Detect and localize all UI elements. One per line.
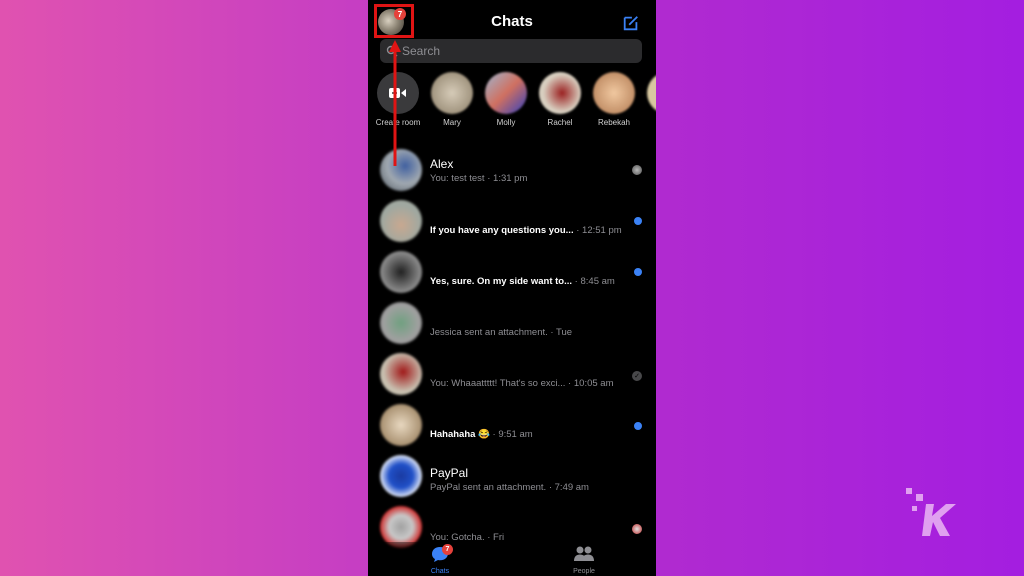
- search-bar[interactable]: [380, 39, 642, 63]
- stories-row: Create room Mary Molly Rachel Rebekah Cl: [368, 72, 656, 142]
- chat-row[interactable]: Alex You: test test · 1:31 pm: [368, 145, 656, 195]
- tab-label: Chats: [430, 568, 450, 575]
- chat-preview: You: Whaaattttt! That's so exci... · 10:…: [430, 378, 614, 389]
- chat-row[interactable]: PayPal PayPal sent an attachment. · 7:49…: [368, 451, 656, 501]
- chat-preview: Hahahaha 😂 · 9:51 am: [430, 429, 533, 440]
- chat-row[interactable]: If you have any questions you... · 12:51…: [368, 196, 656, 246]
- chat-row[interactable]: Jessica sent an attachment. · Tue: [368, 298, 656, 348]
- chat-avatar: [380, 353, 422, 395]
- story-label: Molly: [496, 118, 516, 127]
- unread-dot-icon: [634, 268, 642, 276]
- sent-check-icon: ✓: [632, 371, 642, 381]
- chat-row[interactable]: Yes, sure. On my side want to... · 8:45 …: [368, 247, 656, 297]
- tab-bar: 7 Chats People: [368, 542, 656, 576]
- annotation-highlight-box: [374, 4, 414, 38]
- story-label: Mary: [443, 118, 461, 127]
- chat-name: PayPal: [430, 466, 469, 480]
- chat-row[interactable]: Hahahaha 😂 · 9:51 am: [368, 400, 656, 450]
- chat-avatar: [380, 251, 422, 293]
- annotation-arrow-icon: [389, 40, 401, 166]
- chat-avatar: [380, 149, 422, 191]
- story-item[interactable]: Mary: [425, 72, 479, 127]
- story-item[interactable]: Rebekah: [587, 72, 641, 127]
- story-avatar: [593, 72, 635, 114]
- search-input[interactable]: [402, 44, 622, 58]
- chat-preview: PayPal sent an attachment. · 7:49 am: [430, 482, 589, 493]
- chat-avatar: [380, 200, 422, 242]
- k-logo-icon: [906, 488, 956, 536]
- chat-preview: You: test test · 1:31 pm: [430, 173, 528, 184]
- people-icon: [574, 546, 594, 561]
- story-label: Cl: [641, 118, 656, 127]
- unread-dot-icon: [634, 422, 642, 430]
- chats-badge: 7: [442, 544, 453, 555]
- story-avatar: [431, 72, 473, 114]
- story-item[interactable]: Molly: [479, 72, 533, 127]
- tab-label: People: [573, 568, 595, 575]
- tab-people[interactable]: People: [554, 546, 614, 575]
- story-avatar: [485, 72, 527, 114]
- chat-avatar: [380, 302, 422, 344]
- chat-preview: If you have any questions you... · 12:51…: [430, 225, 622, 236]
- seen-avatar-icon: [632, 165, 642, 175]
- chat-avatar: [380, 404, 422, 446]
- watermark-logo: [904, 484, 964, 540]
- paypal-avatar: [380, 455, 422, 497]
- chat-preview: Jessica sent an attachment. · Tue: [430, 327, 573, 338]
- story-item[interactable]: Rachel: [533, 72, 587, 127]
- tab-chats[interactable]: 7 Chats: [410, 544, 470, 575]
- story-label: Rebekah: [597, 118, 631, 127]
- chat-row[interactable]: You: Whaaattttt! That's so exci... · 10:…: [368, 349, 656, 399]
- story-item[interactable]: Cl: [641, 72, 656, 127]
- story-avatar: [647, 72, 656, 114]
- chat-preview: Yes, sure. On my side want to... · 8:45 …: [430, 276, 615, 287]
- chat-name: Alex: [430, 157, 454, 171]
- seen-avatar-icon: [632, 524, 642, 534]
- compose-icon[interactable]: [622, 14, 640, 32]
- story-avatar: [539, 72, 581, 114]
- unread-dot-icon: [634, 217, 642, 225]
- story-label: Rachel: [547, 118, 573, 127]
- messenger-app: 7 Chats Create room Mary: [368, 0, 656, 576]
